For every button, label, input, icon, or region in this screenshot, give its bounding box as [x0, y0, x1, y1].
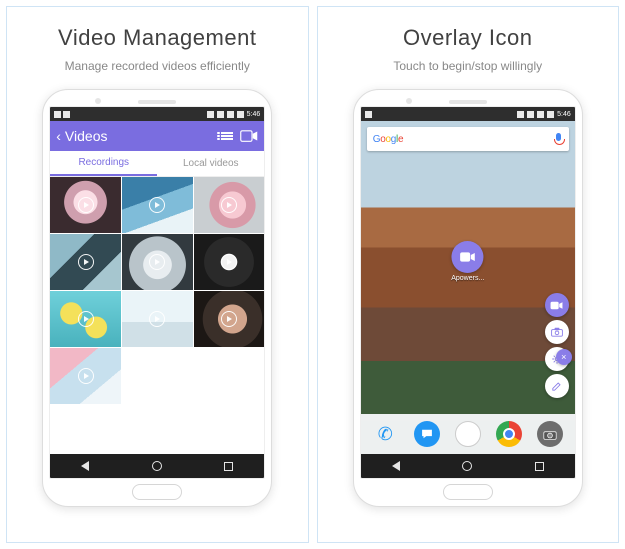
dock-camera-icon[interactable] [537, 421, 563, 447]
camcorder-icon [452, 241, 484, 273]
google-search-bar[interactable]: Google [367, 127, 569, 151]
nav-back-icon[interactable] [81, 461, 89, 471]
dock-phone-icon[interactable]: ✆ [372, 421, 398, 447]
nav-home-icon[interactable] [462, 461, 472, 471]
home-wallpaper[interactable]: Google Apowers... × ✆ [361, 121, 575, 454]
signal-icon [227, 111, 234, 118]
status-icon [54, 111, 61, 118]
play-icon [221, 197, 237, 213]
panel-title: Video Management [58, 25, 256, 51]
overlay-app-label: Apowers... [451, 275, 484, 282]
android-nav-bar [361, 454, 575, 478]
video-thumb[interactable] [122, 291, 193, 347]
phone-screen: 5:46 ‹ Videos Recordings Local videos [49, 106, 265, 479]
vibrate-icon [517, 111, 524, 118]
wifi-icon [217, 111, 224, 118]
status-bar: 5:46 [361, 107, 575, 121]
dock-apps-icon[interactable] [455, 421, 481, 447]
video-thumb[interactable] [194, 234, 265, 290]
play-icon [221, 254, 237, 270]
video-thumb[interactable] [50, 291, 121, 347]
status-bar: 5:46 [50, 107, 264, 121]
mic-icon[interactable] [554, 133, 563, 146]
phone-speaker [138, 100, 176, 104]
video-thumb[interactable] [50, 177, 121, 233]
status-time: 5:46 [557, 111, 571, 118]
panel-video-management: Video Management Manage recorded videos … [6, 6, 309, 543]
video-grid [50, 177, 264, 454]
overlay-fab-menu: × [545, 293, 569, 398]
signal-icon [537, 111, 544, 118]
phone-camera [406, 98, 412, 104]
google-logo: Google [373, 134, 403, 145]
fab-record[interactable] [545, 293, 569, 317]
phone-home-button[interactable] [443, 484, 493, 500]
video-thumb[interactable] [50, 348, 121, 404]
phone-screen: 5:46 Google Apowers... × [360, 106, 576, 479]
panel-title: Overlay Icon [403, 25, 533, 51]
phone-mockup: 5:46 Google Apowers... × [353, 89, 583, 507]
video-thumb[interactable] [50, 234, 121, 290]
nav-home-icon[interactable] [152, 461, 162, 471]
panel-subtitle: Touch to begin/stop willingly [393, 59, 542, 73]
wifi-icon [527, 111, 534, 118]
play-icon [149, 197, 165, 213]
tab-local-videos[interactable]: Local videos [157, 151, 264, 176]
back-icon[interactable]: ‹ [56, 128, 61, 144]
tab-recordings[interactable]: Recordings [50, 151, 157, 176]
header-title[interactable]: Videos [65, 128, 108, 144]
panel-overlay-icon: Overlay Icon Touch to begin/stop willing… [317, 6, 620, 543]
video-thumb[interactable] [122, 177, 193, 233]
status-icon [63, 111, 70, 118]
battery-icon [237, 111, 244, 118]
nav-recent-icon[interactable] [224, 462, 233, 471]
play-icon [78, 197, 94, 213]
play-icon [78, 254, 94, 270]
dock-chrome-icon[interactable] [496, 421, 522, 447]
app-header: ‹ Videos [50, 121, 264, 151]
play-icon [149, 311, 165, 327]
vibrate-icon [207, 111, 214, 118]
panel-subtitle: Manage recorded videos efficiently [65, 59, 250, 73]
video-thumb[interactable] [194, 291, 265, 347]
tabs: Recordings Local videos [50, 151, 264, 177]
home-dock: ✆ [361, 414, 575, 454]
record-icon[interactable] [240, 129, 258, 143]
status-time: 5:46 [247, 111, 261, 118]
phone-mockup: 5:46 ‹ Videos Recordings Local videos [42, 89, 272, 507]
fab-camera[interactable] [545, 320, 569, 344]
play-icon [78, 311, 94, 327]
nav-recent-icon[interactable] [535, 462, 544, 471]
status-icon [365, 111, 372, 118]
play-icon [221, 311, 237, 327]
phone-home-button[interactable] [132, 484, 182, 500]
phone-camera [95, 98, 101, 104]
play-icon [149, 254, 165, 270]
android-nav-bar [50, 454, 264, 478]
battery-icon [547, 111, 554, 118]
phone-speaker [449, 100, 487, 104]
dock-messages-icon[interactable] [414, 421, 440, 447]
nav-back-icon[interactable] [392, 461, 400, 471]
video-thumb[interactable] [122, 234, 193, 290]
play-icon [78, 368, 94, 384]
fab-brush[interactable] [545, 374, 569, 398]
list-view-icon[interactable] [218, 129, 236, 143]
overlay-app-icon[interactable]: Apowers... [451, 241, 484, 282]
fab-close[interactable]: × [556, 349, 572, 365]
video-thumb[interactable] [194, 177, 265, 233]
